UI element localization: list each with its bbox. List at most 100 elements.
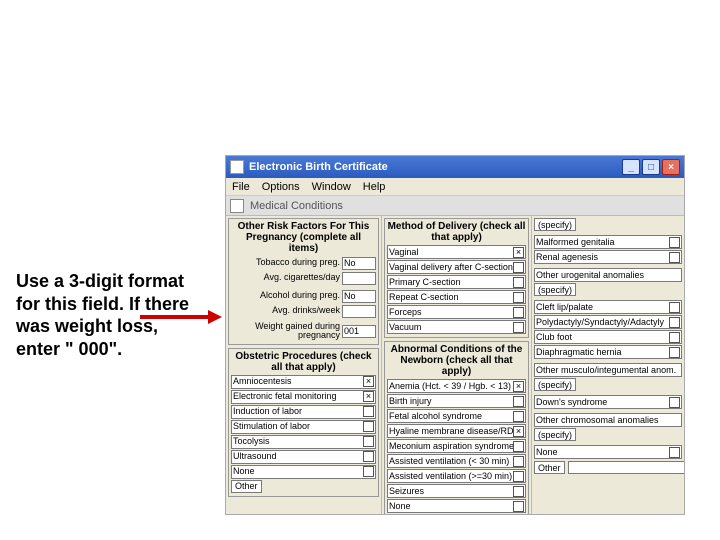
abnormal-row-7[interactable]: Seizures bbox=[387, 484, 526, 498]
menubar: File Options Window Help bbox=[226, 178, 684, 196]
menu-window[interactable]: Window bbox=[312, 181, 351, 193]
specify-1[interactable]: (specify) bbox=[534, 283, 576, 296]
ob-checkbox-0[interactable]: × bbox=[363, 376, 374, 387]
abnormal-checkbox-5[interactable] bbox=[513, 456, 524, 467]
abnormal-checkbox-4[interactable] bbox=[513, 441, 524, 452]
ob-other-button[interactable]: Other bbox=[231, 480, 262, 493]
delivery-row-2[interactable]: Primary C-section bbox=[387, 275, 526, 289]
specify-3[interactable]: (specify) bbox=[534, 428, 576, 441]
drinks-input[interactable] bbox=[342, 305, 376, 318]
delivery-label-5: Vacuum bbox=[389, 323, 513, 332]
delivery-checkbox-3[interactable] bbox=[513, 292, 524, 303]
delivery-checkbox-0[interactable]: × bbox=[513, 247, 524, 258]
ob-row-4[interactable]: Tocolysis bbox=[231, 435, 376, 449]
ob-label-5: Ultrasound bbox=[233, 452, 363, 461]
specify-0[interactable]: (specify) bbox=[534, 218, 576, 231]
delivery-row-0[interactable]: Vaginal× bbox=[387, 245, 526, 259]
abnormal-checkbox-3[interactable]: × bbox=[513, 426, 524, 437]
alcohol-input[interactable] bbox=[342, 290, 376, 303]
document-icon bbox=[230, 199, 244, 213]
downs-row[interactable]: Down's syndrome bbox=[534, 395, 682, 409]
anom-mid-checkbox-1[interactable] bbox=[669, 317, 680, 328]
abnormal-row-1[interactable]: Birth injury bbox=[387, 394, 526, 408]
anom-none-row[interactable]: None bbox=[534, 445, 682, 459]
cigs-input[interactable] bbox=[342, 272, 376, 285]
delivery-row-4[interactable]: Forceps bbox=[387, 305, 526, 319]
delivery-label-0: Vaginal bbox=[389, 248, 513, 257]
abnormal-checkbox-0[interactable]: × bbox=[513, 381, 524, 392]
delivery-row-5[interactable]: Vacuum bbox=[387, 320, 526, 334]
anom-mid-row-1[interactable]: Polydactyly/Syndactyly/Adactyly bbox=[534, 315, 682, 329]
abnormal-checkbox-7[interactable] bbox=[513, 486, 524, 497]
anom-top-row-1[interactable]: Renal agenesis bbox=[534, 250, 682, 264]
group-ob-title: Obstetric Procedures (check all that app… bbox=[231, 351, 376, 373]
anom-mid-checkbox-3[interactable] bbox=[669, 347, 680, 358]
ob-checkbox-6[interactable] bbox=[363, 466, 374, 477]
ob-row-0[interactable]: Amniocentesis× bbox=[231, 375, 376, 389]
abnormal-label-5: Assisted ventilation (< 30 min) bbox=[389, 457, 513, 466]
group-abnormal-title: Abnormal Conditions of the Newborn (chec… bbox=[387, 344, 526, 377]
ob-row-2[interactable]: Induction of labor bbox=[231, 405, 376, 419]
window-title: Electronic Birth Certificate bbox=[249, 161, 622, 173]
delivery-row-3[interactable]: Repeat C-section bbox=[387, 290, 526, 304]
anom-none-checkbox[interactable] bbox=[669, 447, 680, 458]
abnormal-checkbox-1[interactable] bbox=[513, 396, 524, 407]
ob-checkbox-3[interactable] bbox=[363, 421, 374, 432]
ob-row-1[interactable]: Electronic fetal monitoring× bbox=[231, 390, 376, 404]
abnormal-row-2[interactable]: Fetal alcohol syndrome bbox=[387, 409, 526, 423]
minimize-button[interactable]: _ bbox=[622, 159, 640, 175]
specify-2[interactable]: (specify) bbox=[534, 378, 576, 391]
group-risk-factors: Other Risk Factors For This Pregnancy (c… bbox=[228, 218, 379, 345]
app-window: Electronic Birth Certificate _ □ × File … bbox=[225, 155, 685, 515]
abnormal-label-1: Birth injury bbox=[389, 397, 513, 406]
urogenital-row[interactable]: Other urogenital anomalies bbox=[534, 268, 682, 282]
delivery-checkbox-4[interactable] bbox=[513, 307, 524, 318]
anom-other-button[interactable]: Other bbox=[534, 461, 565, 474]
ob-row-6[interactable]: None bbox=[231, 465, 376, 479]
abnormal-row-4[interactable]: Meconium aspiration syndrome bbox=[387, 439, 526, 453]
chrom-row[interactable]: Other chromosomal anomalies bbox=[534, 413, 682, 427]
ob-checkbox-4[interactable] bbox=[363, 436, 374, 447]
group-delivery: Method of Delivery (check all that apply… bbox=[384, 218, 529, 338]
delivery-checkbox-2[interactable] bbox=[513, 277, 524, 288]
anom-mid-label-0: Cleft lip/palate bbox=[536, 303, 669, 312]
musculo-row[interactable]: Other musculo/integumental anom. bbox=[534, 363, 682, 377]
weight-input[interactable] bbox=[342, 325, 376, 338]
abnormal-label-3: Hyaline membrane disease/RDS bbox=[389, 427, 513, 436]
anom-top-checkbox-1[interactable] bbox=[669, 252, 680, 263]
menu-options[interactable]: Options bbox=[262, 181, 300, 193]
abnormal-checkbox-8[interactable] bbox=[513, 501, 524, 512]
downs-checkbox[interactable] bbox=[669, 397, 680, 408]
anom-mid-row-3[interactable]: Diaphragmatic hernia bbox=[534, 345, 682, 359]
anom-mid-checkbox-0[interactable] bbox=[669, 302, 680, 313]
abnormal-checkbox-2[interactable] bbox=[513, 411, 524, 422]
ob-checkbox-5[interactable] bbox=[363, 451, 374, 462]
maximize-button[interactable]: □ bbox=[642, 159, 660, 175]
delivery-row-1[interactable]: Vaginal delivery after C-section bbox=[387, 260, 526, 274]
column-right: (specify) Malformed genitaliaRenal agene… bbox=[532, 216, 684, 514]
delivery-checkbox-1[interactable] bbox=[513, 262, 524, 273]
abnormal-checkbox-6[interactable] bbox=[513, 471, 524, 482]
subheader-title: Medical Conditions bbox=[250, 200, 343, 212]
abnormal-row-8[interactable]: None bbox=[387, 499, 526, 513]
ob-row-5[interactable]: Ultrasound bbox=[231, 450, 376, 464]
anom-mid-row-0[interactable]: Cleft lip/palate bbox=[534, 300, 682, 314]
menu-file[interactable]: File bbox=[232, 181, 250, 193]
close-button[interactable]: × bbox=[662, 159, 680, 175]
tobacco-input[interactable] bbox=[342, 257, 376, 270]
abnormal-row-5[interactable]: Assisted ventilation (< 30 min) bbox=[387, 454, 526, 468]
anom-other-input[interactable] bbox=[568, 461, 684, 474]
ob-checkbox-2[interactable] bbox=[363, 406, 374, 417]
anom-mid-row-2[interactable]: Club foot bbox=[534, 330, 682, 344]
ob-row-3[interactable]: Stimulation of labor bbox=[231, 420, 376, 434]
abnormal-row-6[interactable]: Assisted ventilation (>=30 min) bbox=[387, 469, 526, 483]
anom-mid-checkbox-2[interactable] bbox=[669, 332, 680, 343]
menu-help[interactable]: Help bbox=[363, 181, 386, 193]
abnormal-row-3[interactable]: Hyaline membrane disease/RDS× bbox=[387, 424, 526, 438]
anom-top-checkbox-0[interactable] bbox=[669, 237, 680, 248]
abnormal-label-2: Fetal alcohol syndrome bbox=[389, 412, 513, 421]
delivery-checkbox-5[interactable] bbox=[513, 322, 524, 333]
abnormal-row-0[interactable]: Anemia (Hct. < 39 / Hgb. < 13)× bbox=[387, 379, 526, 393]
anom-top-row-0[interactable]: Malformed genitalia bbox=[534, 235, 682, 249]
ob-checkbox-1[interactable]: × bbox=[363, 391, 374, 402]
